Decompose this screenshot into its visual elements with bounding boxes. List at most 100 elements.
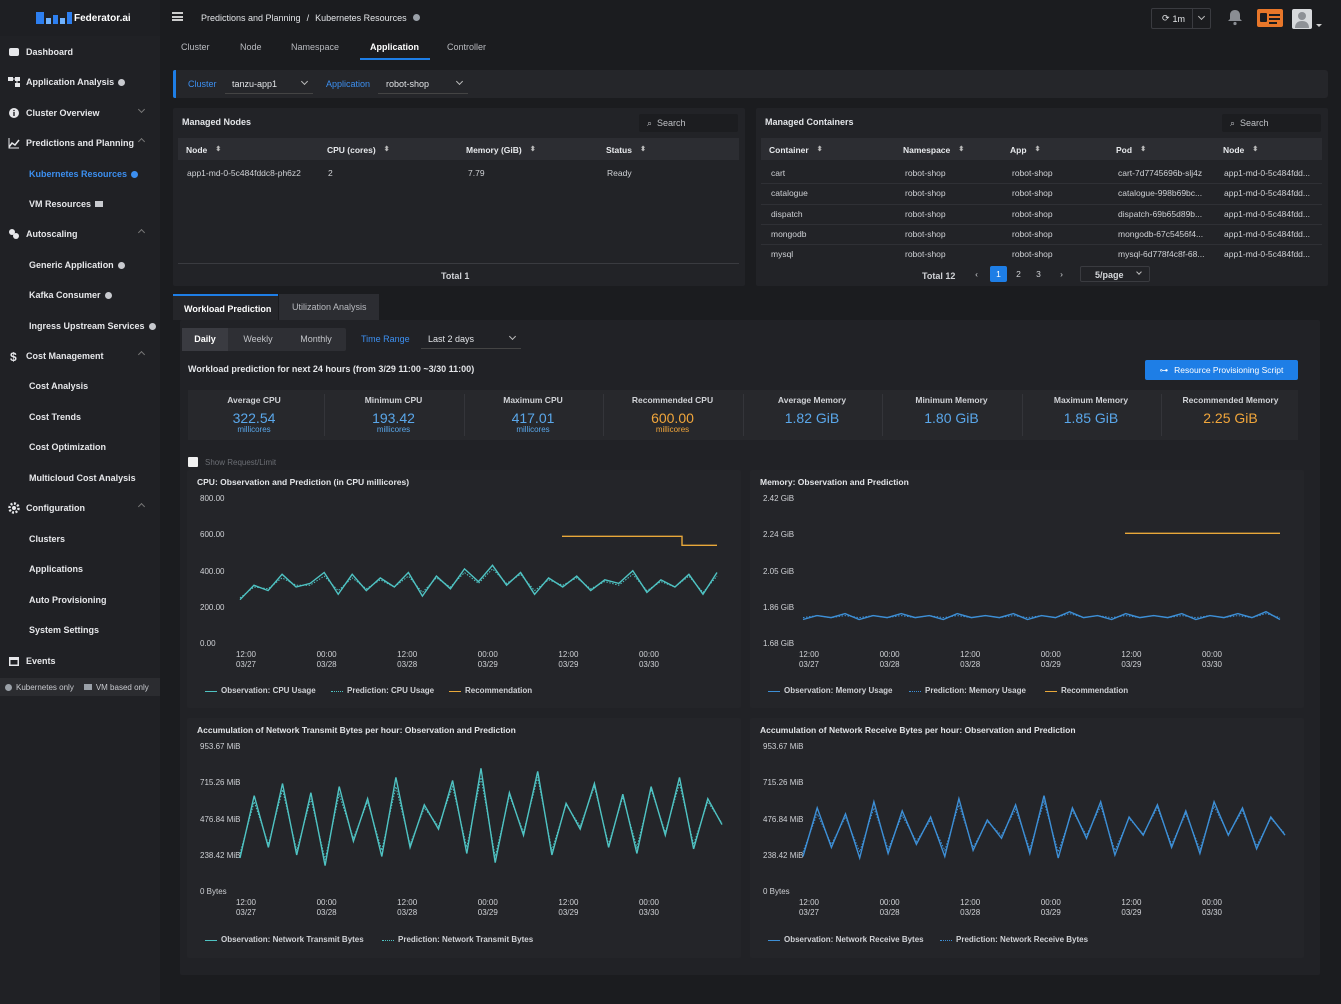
sidebar-item-ingress-upstream-services[interactable]: Ingress Upstream Services bbox=[0, 315, 160, 337]
legend-item[interactable]: Recommendation bbox=[465, 686, 532, 695]
container-cell[interactable]: mysql bbox=[771, 249, 793, 259]
chevron-up-icon[interactable] bbox=[137, 137, 146, 146]
prev-page-button[interactable]: ‹ bbox=[968, 266, 985, 282]
sidebar-item-auto-provisioning[interactable]: Auto Provisioning bbox=[0, 589, 160, 611]
containers-search-input[interactable]: ⌕ Search bbox=[1222, 114, 1321, 132]
resource-provisioning-script-button[interactable]: ⊶ Resource Provisioning Script bbox=[1145, 360, 1298, 380]
col-namespace[interactable]: Namespace ⬍ bbox=[903, 145, 964, 155]
sidebar-item-cost-analysis[interactable]: Cost Analysis bbox=[0, 375, 160, 397]
legend-item[interactable]: Prediction: CPU Usage bbox=[347, 686, 434, 695]
sort-icon[interactable]: ⬍ bbox=[1140, 145, 1146, 153]
sidebar-item-predictions-and-planning[interactable]: Predictions and Planning bbox=[0, 132, 160, 154]
sort-icon[interactable]: ⬍ bbox=[530, 145, 536, 153]
legend-item[interactable]: Prediction: Network Receive Bytes bbox=[956, 935, 1088, 944]
col-container[interactable]: Container ⬍ bbox=[769, 145, 823, 155]
col-memory[interactable]: Memory (GiB) ⬍ bbox=[466, 145, 536, 155]
legend-swatch bbox=[449, 691, 461, 692]
application-select[interactable]: robot-shop bbox=[378, 73, 468, 94]
sort-icon[interactable]: ⬍ bbox=[215, 145, 221, 153]
tab-controller[interactable]: Controller bbox=[447, 42, 486, 52]
page-1-button[interactable]: 1 bbox=[990, 266, 1007, 282]
container-cell[interactable]: catalogue bbox=[771, 188, 808, 198]
pod-cell[interactable]: mysql-6d778f4c8f-68... bbox=[1118, 249, 1204, 259]
sidebar-item-multicloud-cost-analysis[interactable]: Multicloud Cost Analysis bbox=[0, 467, 160, 489]
sidebar-item-kafka-consumer[interactable]: Kafka Consumer bbox=[0, 284, 160, 306]
col-node[interactable]: Node ⬍ bbox=[186, 145, 221, 155]
col-cpu[interactable]: CPU (cores) ⬍ bbox=[327, 145, 390, 155]
page-3-button[interactable]: 3 bbox=[1030, 266, 1047, 282]
tab-namespace[interactable]: Namespace bbox=[291, 42, 339, 52]
sort-icon[interactable]: ⬍ bbox=[1035, 145, 1041, 153]
sidebar-item-cost-optimization[interactable]: Cost Optimization bbox=[0, 436, 160, 458]
period-weekly[interactable]: Weekly bbox=[233, 328, 283, 351]
pod-cell[interactable]: mongodb-67c5456f4... bbox=[1118, 229, 1203, 239]
chevron-down-icon[interactable] bbox=[137, 105, 146, 114]
sidebar-item-cluster-overview[interactable]: Cluster Overview bbox=[0, 102, 160, 124]
tab-cluster[interactable]: Cluster bbox=[181, 42, 210, 52]
chevron-up-icon[interactable] bbox=[137, 228, 146, 237]
period-monthly[interactable]: Monthly bbox=[290, 328, 342, 351]
sort-icon[interactable]: ⬍ bbox=[384, 145, 390, 153]
next-page-button[interactable]: › bbox=[1053, 266, 1070, 282]
sort-icon[interactable]: ⬍ bbox=[640, 145, 646, 153]
pod-cell[interactable]: cart-7d7745696b-slj4z bbox=[1118, 168, 1202, 178]
pod-cell[interactable]: dispatch-69b65d89b... bbox=[1118, 209, 1202, 219]
col-pod[interactable]: Pod ⬍ bbox=[1116, 145, 1146, 155]
container-cell[interactable]: dispatch bbox=[771, 209, 803, 219]
sort-icon[interactable]: ⬍ bbox=[1252, 145, 1258, 153]
node-name-cell[interactable]: app1-md-0-5c484fddc8-ph6z2 bbox=[187, 168, 301, 178]
nodes-search-input[interactable]: ⌕ Search bbox=[639, 114, 738, 132]
menu-toggle-icon[interactable] bbox=[172, 12, 183, 21]
refresh-interval-select[interactable]: ⟳ 1m bbox=[1151, 8, 1211, 29]
cluster-select[interactable]: tanzu-app1 bbox=[225, 73, 313, 94]
container-cell[interactable]: mongodb bbox=[771, 229, 806, 239]
avatar-caret-icon[interactable] bbox=[1316, 24, 1322, 30]
sort-icon[interactable]: ⬍ bbox=[958, 145, 964, 153]
legend-item[interactable]: Observation: CPU Usage bbox=[221, 686, 316, 695]
time-range-select[interactable]: Last 2 days bbox=[421, 328, 521, 349]
tab-utilization-analysis[interactable]: Utilization Analysis bbox=[279, 294, 379, 320]
sidebar-item-configuration[interactable]: Configuration bbox=[0, 497, 160, 519]
avatar[interactable] bbox=[1292, 9, 1312, 29]
legend-item[interactable]: Recommendation bbox=[1061, 686, 1128, 695]
sidebar-item-dashboard[interactable]: Dashboard bbox=[0, 41, 160, 63]
container-cell[interactable]: cart bbox=[771, 168, 785, 178]
period-daily[interactable]: Daily bbox=[182, 328, 228, 351]
app-logo[interactable]: Federator.ai bbox=[0, 0, 160, 36]
legend-item[interactable]: Prediction: Memory Usage bbox=[925, 686, 1026, 695]
col-status[interactable]: Status ⬍ bbox=[606, 145, 646, 155]
x-tick-label: 12:00 03/27 bbox=[226, 650, 266, 670]
sidebar-item-generic-application[interactable]: Generic Application bbox=[0, 254, 160, 276]
legend-item[interactable]: Observation: Network Receive Bytes bbox=[784, 935, 924, 944]
chevron-up-icon[interactable] bbox=[137, 350, 146, 359]
legend-item[interactable]: Observation: Memory Usage bbox=[784, 686, 892, 695]
tab-application[interactable]: Application bbox=[370, 42, 419, 52]
sidebar-item-autoscaling[interactable]: Autoscaling bbox=[0, 223, 160, 245]
legend-item[interactable]: Prediction: Network Transmit Bytes bbox=[398, 935, 533, 944]
y-tick-label: 953.67 MiB bbox=[763, 742, 804, 751]
sort-icon[interactable]: ⬍ bbox=[817, 145, 823, 153]
chevron-up-icon[interactable] bbox=[137, 502, 146, 511]
col-node[interactable]: Node ⬍ bbox=[1223, 145, 1258, 155]
sidebar-item-application-analysis[interactable]: Application Analysis bbox=[0, 71, 160, 93]
breadcrumb-kubernetes[interactable]: Kubernetes Resources bbox=[315, 13, 407, 23]
sidebar-item-events[interactable]: Events bbox=[0, 650, 160, 672]
pod-cell[interactable]: catalogue-998b69bc... bbox=[1118, 188, 1202, 198]
sidebar-item-vm-resources[interactable]: VM Resources bbox=[0, 193, 160, 215]
show-request-checkbox[interactable] bbox=[188, 457, 198, 467]
bell-icon[interactable] bbox=[1226, 8, 1244, 26]
sidebar-item-kubernetes-resources[interactable]: Kubernetes Resources bbox=[0, 163, 160, 185]
sidebar-item-clusters[interactable]: Clusters bbox=[0, 528, 160, 550]
breadcrumb-predictions[interactable]: Predictions and Planning bbox=[201, 13, 301, 23]
sidebar-item-applications[interactable]: Applications bbox=[0, 558, 160, 580]
tab-workload-prediction[interactable]: Workload Prediction bbox=[173, 294, 278, 320]
page-size-select[interactable]: 5/page bbox=[1080, 266, 1150, 282]
sidebar-item-system-settings[interactable]: System Settings bbox=[0, 619, 160, 641]
page-2-button[interactable]: 2 bbox=[1010, 266, 1027, 282]
sidebar-item-cost-trends[interactable]: Cost Trends bbox=[0, 406, 160, 428]
id-card-icon[interactable] bbox=[1257, 9, 1283, 27]
sidebar-item-cost-management[interactable]: $ Cost Management bbox=[0, 345, 160, 367]
tab-node[interactable]: Node bbox=[240, 42, 262, 52]
legend-item[interactable]: Observation: Network Transmit Bytes bbox=[221, 935, 364, 944]
col-app[interactable]: App ⬍ bbox=[1010, 145, 1041, 155]
